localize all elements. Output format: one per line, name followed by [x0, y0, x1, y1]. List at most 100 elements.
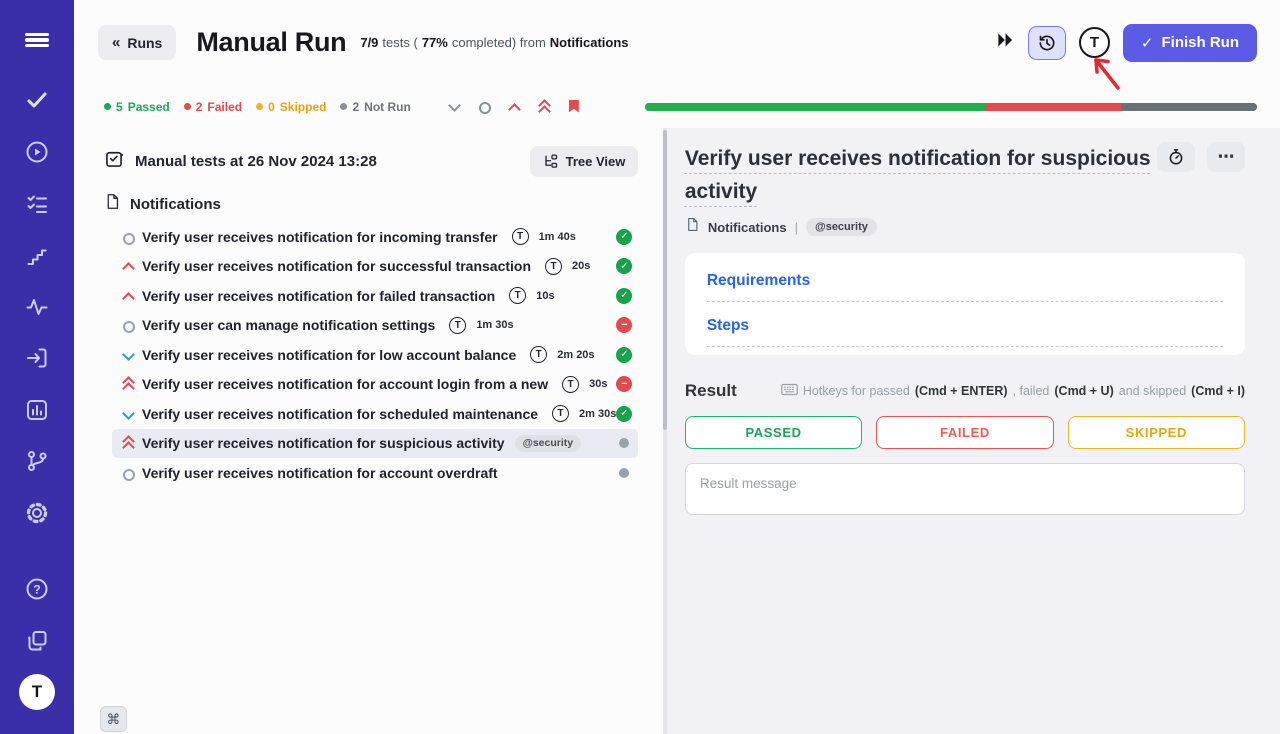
test-title: Verify user receives notification for su… [142, 435, 505, 451]
breadcrumb-separator: | [795, 220, 798, 235]
test-row[interactable]: Verify user receives notification for fa… [112, 281, 638, 311]
detail-test-title[interactable]: Verify user receives notification for su… [685, 142, 1157, 208]
skipped-dot-icon [256, 103, 263, 110]
status-icon [616, 229, 632, 245]
bookmark-icon[interactable] [567, 100, 581, 114]
priority-icon [120, 406, 136, 422]
test-title: Verify user receives notification for ac… [142, 376, 548, 392]
status-icon [616, 376, 632, 392]
app-logo: T [19, 674, 55, 710]
more-options-button[interactable]: ⋯ [1207, 142, 1245, 172]
priority-icon [120, 258, 136, 274]
test-duration: 2m 20s [557, 349, 594, 361]
command-shortcut-button[interactable]: ⌘ [100, 706, 127, 732]
history-clock-icon [1037, 33, 1057, 53]
progress-failed-segment [985, 103, 1121, 111]
double-chevron-up-icon[interactable] [537, 100, 551, 114]
status-icon [616, 406, 632, 422]
result-heading: Result [685, 381, 737, 401]
test-row[interactable]: Verify user receives notification for sc… [112, 399, 638, 429]
play-circle-icon[interactable] [24, 139, 50, 165]
priority-icon [120, 347, 136, 363]
menu-icon[interactable] [24, 27, 50, 53]
pulse-icon[interactable] [24, 294, 50, 320]
ellipsis-icon: ⋯ [1218, 147, 1235, 167]
requirements-link[interactable]: Requirements [707, 257, 1223, 302]
tests-fraction: 7/9 [360, 35, 378, 50]
fast-forward-icon[interactable] [997, 32, 1015, 53]
test-duration: 30s [589, 378, 607, 390]
test-row[interactable]: Verify user receives notification for in… [112, 222, 638, 252]
run-progress-subtitle: 7/9 tests ( 77% completed) from Notifica… [360, 35, 628, 50]
test-duration: 1m 40s [539, 231, 576, 243]
security-tag: @security [515, 435, 582, 452]
suite-group-label: Notifications [130, 196, 221, 213]
scrollbar [660, 128, 667, 734]
svg-text:?: ? [33, 583, 40, 597]
failed-button[interactable]: FAILED [876, 416, 1053, 449]
status-icon [616, 258, 632, 274]
steps-icon[interactable] [24, 243, 50, 269]
check-icon[interactable] [24, 87, 50, 113]
checklist-icon[interactable] [24, 191, 50, 217]
percent-complete: 77% [422, 35, 448, 50]
file-icon [104, 193, 121, 215]
test-title: Verify user receives notification for ac… [142, 465, 498, 481]
priority-icon [120, 376, 136, 392]
stopwatch-icon [1167, 148, 1185, 166]
passed-count: 5 Passed [104, 100, 170, 114]
test-duration: 10s [536, 290, 554, 302]
test-row-selected[interactable]: Verify user receives notification for su… [112, 429, 638, 459]
account-avatar[interactable]: T [1079, 27, 1110, 58]
back-to-runs-button[interactable]: « Runs [98, 25, 176, 60]
result-message-input[interactable] [685, 463, 1245, 515]
steps-link[interactable]: Steps [707, 302, 1223, 347]
circle-priority-icon[interactable] [477, 100, 491, 114]
failed-count: 2 Failed [184, 100, 242, 114]
test-title: Verify user receives notification for lo… [142, 347, 516, 363]
suite-name: Notifications [550, 35, 629, 50]
sidebar: ? T [0, 0, 74, 734]
progress-passed-segment [645, 103, 985, 111]
stopwatch-button[interactable] [1157, 142, 1195, 172]
keyboard-icon [781, 383, 798, 399]
copy-icon[interactable] [24, 628, 50, 654]
test-detail-panel: Verify user receives notification for su… [667, 128, 1280, 734]
test-row[interactable]: Verify user can manage notification sett… [112, 311, 638, 341]
history-button[interactable] [1028, 26, 1066, 60]
passed-dot-icon [104, 103, 111, 110]
testomat-badge-icon: T [512, 228, 529, 245]
branch-icon[interactable] [24, 448, 50, 474]
notrun-dot-icon [340, 103, 347, 110]
test-row[interactable]: Verify user receives notification for ac… [112, 458, 638, 488]
finish-run-button[interactable]: ✓ Finish Run [1123, 24, 1257, 62]
scrollbar-thumb[interactable] [663, 130, 667, 430]
test-list-panel: Manual tests at 26 Nov 2024 13:28 Tree V… [74, 128, 660, 734]
test-row[interactable]: Verify user receives notification for ac… [112, 370, 638, 400]
status-icon [616, 288, 632, 304]
chevron-up-icon[interactable] [507, 100, 521, 114]
passed-button[interactable]: PASSED [685, 416, 862, 449]
avatar-letter: T [1090, 34, 1099, 51]
testomat-badge-icon: T [545, 258, 562, 275]
breadcrumb-suite[interactable]: Notifications [708, 220, 787, 235]
gear-icon[interactable] [24, 500, 50, 526]
notrun-count: 2 Not Run [340, 100, 410, 114]
testomat-badge-icon: T [530, 346, 547, 363]
test-title: Verify user receives notification for in… [142, 229, 498, 245]
tree-view-button[interactable]: Tree View [530, 146, 639, 177]
test-row[interactable]: Verify user receives notification for su… [112, 252, 638, 282]
test-duration: 1m 30s [476, 319, 513, 331]
help-icon[interactable]: ? [24, 576, 50, 602]
bar-chart-icon[interactable] [24, 397, 50, 423]
chevron-down-icon[interactable] [447, 100, 461, 114]
test-row[interactable]: Verify user receives notification for lo… [112, 340, 638, 370]
suite-group-row[interactable]: Notifications [74, 193, 660, 215]
skipped-button[interactable]: SKIPPED [1068, 416, 1245, 449]
priority-icon [120, 465, 136, 481]
run-date-title: Manual tests at 26 Nov 2024 13:28 [135, 153, 377, 170]
priority-icon [120, 317, 136, 333]
sign-in-icon[interactable] [24, 345, 50, 371]
test-title: Verify user can manage notification sett… [142, 317, 435, 333]
security-tag[interactable]: @security [806, 218, 877, 236]
